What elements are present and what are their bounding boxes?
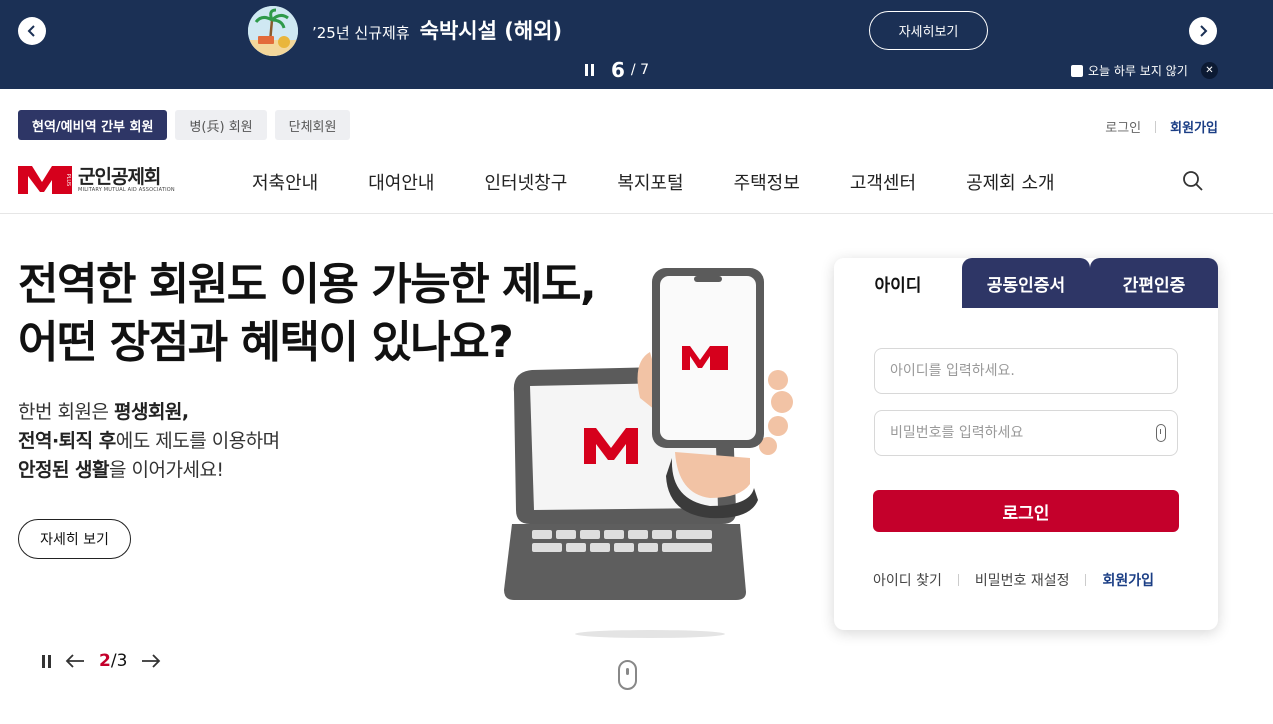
banner-title: 숙박시설 (해외) (419, 19, 563, 43)
scroll-mouse-icon (618, 660, 637, 690)
chevron-left-icon (27, 25, 35, 37)
today-hide-option[interactable]: 오늘 하루 보지 않기 (1071, 62, 1188, 79)
util-links: 로그인 회원가입 (1105, 117, 1218, 136)
tab-id-login[interactable]: 아이디 (834, 258, 962, 308)
hero-title-rest-2: 이 있나요? (318, 317, 514, 368)
tab-officer-member[interactable]: 현역/예비역 간부 회원 (18, 110, 168, 140)
hero-pause-icon[interactable] (42, 654, 51, 668)
beach-thumbnail-icon (248, 6, 298, 56)
main-nav: 저축안내 대여안내 인터넷창구 복지포털 주택정보 고객센터 공제회 소개 (252, 169, 1055, 195)
logo-name-en: MILITARY MUTUAL AID ASSOCIATION (78, 186, 175, 193)
banner-detail-button[interactable]: 자세히보기 (869, 11, 988, 50)
tab-certificate-login[interactable]: 공동인증서 (962, 258, 1090, 308)
banner-prev-button[interactable] (18, 17, 46, 45)
nav-item-welfare[interactable]: 복지포털 (617, 169, 683, 195)
banner-next-button[interactable] (1189, 17, 1217, 45)
login-button[interactable]: 로그인 (873, 490, 1179, 532)
hero-description: 한번 회원은 평생회원, 전역·퇴직 후에도 제도를 이용하며 안정된 생활을 … (18, 398, 280, 485)
nav-item-about[interactable]: 공제회 소개 (966, 169, 1055, 195)
login-card: 아이디 공동인증서 간편인증 로그인 아이디 찾기 비밀번호 재설정 회원가입 (834, 258, 1218, 630)
hero-title-bold-1: 전역한 회원 (18, 259, 228, 310)
nav-item-savings[interactable]: 저축안내 (252, 169, 318, 195)
banner-pager: 6 / 7 (585, 58, 649, 82)
today-hide-label: 오늘 하루 보지 않기 (1088, 64, 1188, 78)
divider (1085, 574, 1087, 586)
search-icon (1183, 171, 1203, 191)
hero-total-pages: /3 (110, 651, 128, 671)
banner-total-pages: / 7 (630, 62, 649, 78)
arrow-right-icon[interactable] (141, 653, 161, 669)
tab-simple-auth-login[interactable]: 간편인증 (1090, 258, 1218, 308)
find-id-link[interactable]: 아이디 찾기 (873, 570, 942, 590)
hero-desc-2a: 전역·퇴직 후 (18, 430, 116, 452)
logo-text: 군인공제회 MILITARY MUTUAL AID ASSOCIATION (78, 167, 175, 194)
chevron-right-icon (1200, 25, 1208, 37)
virtual-keypad-icon[interactable] (1156, 424, 1166, 442)
hero-page-indicator: 2/3 (99, 651, 127, 671)
hero-desc-2b: 에도 제도를 이용하며 (115, 430, 280, 452)
header-divider (0, 213, 1273, 214)
logo-plus-text: PLUS (65, 174, 71, 186)
site-logo[interactable]: PLUS 군인공제회 MILITARY MUTUAL AID ASSOCIATI… (18, 166, 175, 194)
util-join-link[interactable]: 회원가입 (1170, 117, 1218, 136)
hero-desc-3a: 안정된 생활 (18, 459, 110, 481)
login-tabs: 아이디 공동인증서 간편인증 (834, 258, 1218, 308)
hero-title-bold-2: 어떤 장점과 (18, 317, 241, 368)
arrow-left-icon[interactable] (65, 653, 85, 669)
util-login-link[interactable]: 로그인 (1105, 117, 1141, 136)
id-input[interactable] (874, 348, 1178, 394)
nav-item-internet-window[interactable]: 인터넷창구 (485, 169, 568, 195)
banner-prefix: ’25년 신규제휴 (312, 24, 410, 42)
logo-name-ko: 군인공제회 (78, 165, 161, 188)
nav-item-loans[interactable]: 대여안내 (368, 169, 434, 195)
search-button[interactable] (1182, 170, 1204, 192)
banner-headline: ’25년 신규제휴 숙박시설 (해외) (312, 15, 562, 45)
today-hide-checkbox[interactable] (1071, 64, 1083, 77)
promo-banner: ’25년 신규제휴 숙박시설 (해외) 자세히보기 6 / 7 오늘 하루 보지… (0, 0, 1273, 89)
hero-title-bold-3: 혜택 (240, 317, 320, 368)
hero-current-page: 2 (99, 651, 111, 671)
divider (1155, 120, 1157, 133)
hero-pager: 2/3 (42, 651, 161, 671)
password-input[interactable] (874, 410, 1178, 456)
hero-desc-1b: 평생회원, (113, 401, 189, 423)
tab-group-member[interactable]: 단체회원 (274, 110, 351, 140)
banner-current-page: 6 (611, 58, 625, 82)
join-link[interactable]: 회원가입 (1102, 570, 1154, 590)
tab-soldier-member[interactable]: 병(兵) 회원 (175, 110, 267, 140)
nav-item-customer-center[interactable]: 고객센터 (850, 169, 916, 195)
hero-detail-button[interactable]: 자세히 보기 (18, 519, 131, 559)
member-type-tabs: 현역/예비역 간부 회원 병(兵) 회원 단체회원 (18, 110, 351, 140)
hero-desc-3b: 을 이어가세요! (109, 459, 224, 481)
hero-desc-1a: 한번 회원은 (18, 401, 114, 423)
nav-item-housing[interactable]: 주택정보 (734, 169, 800, 195)
banner-pause-icon[interactable] (585, 64, 597, 76)
login-help-links: 아이디 찾기 비밀번호 재설정 회원가입 (873, 570, 1154, 590)
divider (957, 574, 959, 586)
close-icon[interactable]: ✕ (1201, 62, 1218, 79)
reset-password-link[interactable]: 비밀번호 재설정 (975, 570, 1070, 590)
laptop-phone-illustration (500, 262, 810, 642)
logo-mark-icon: PLUS (18, 166, 74, 194)
